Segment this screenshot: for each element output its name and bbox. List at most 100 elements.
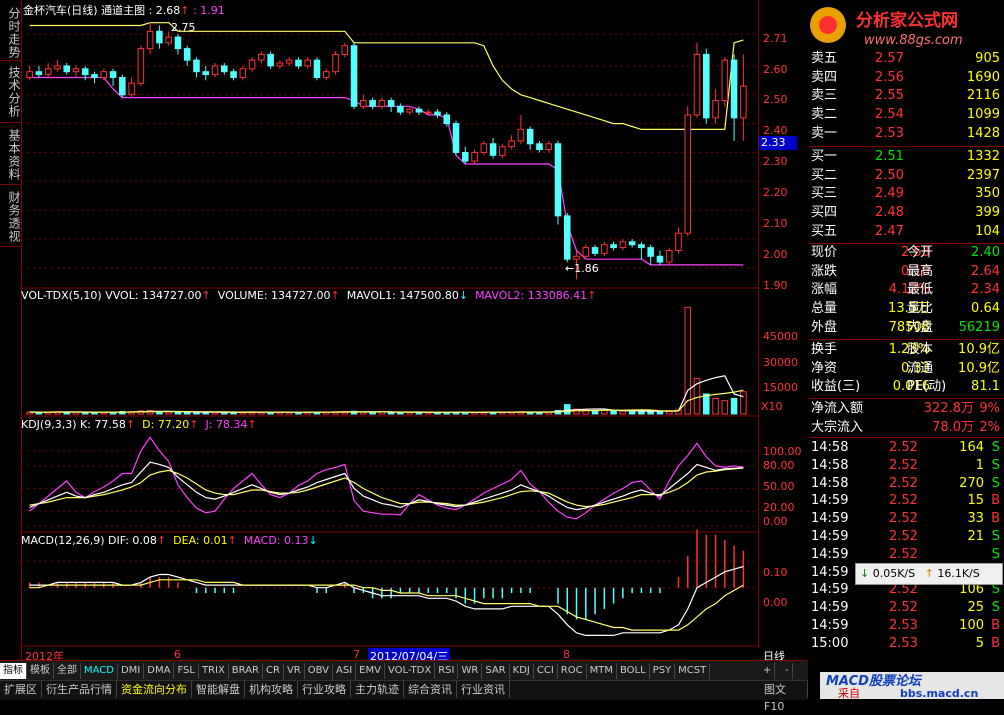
stat-label: 涨跌 — [811, 263, 838, 279]
tick-row: 14:59 2.52 21 S — [809, 528, 1004, 546]
indicator-tab[interactable]: BRAR — [229, 663, 263, 679]
candle-body — [545, 143, 552, 151]
indicator-tab[interactable]: 模板 — [27, 663, 54, 679]
macd-dif-line — [29, 565, 744, 637]
candle-body — [462, 151, 469, 162]
candle-body — [91, 74, 98, 78]
kline-chart[interactable] — [21, 0, 758, 648]
buy-volume: 1332 — [966, 149, 1000, 164]
divider — [809, 437, 1004, 438]
candle-body — [63, 65, 70, 73]
indicator-tab[interactable]: 全部 — [54, 663, 81, 679]
macd-dif: DIF: 0.08 — [108, 534, 157, 547]
extension-tab[interactable]: 扩展区 — [0, 681, 42, 698]
tick-price: 2.52 — [889, 440, 918, 455]
extension-tab[interactable]: 主力轨迹 — [351, 681, 404, 698]
indicator-tab[interactable]: TRIX — [199, 663, 229, 679]
candle-body — [221, 65, 228, 73]
indicator-tab[interactable]: BOLL — [617, 663, 650, 679]
indicator-tab[interactable]: SAR — [482, 663, 510, 679]
candle-body — [230, 71, 237, 78]
indicator-tab[interactable]: VOL-TDX — [385, 663, 436, 679]
tick-volume: 25 — [967, 600, 984, 616]
chart-area[interactable]: 金杯汽车(日线) 通道主图 : 2.68↑ : 1.91 2.75 ←1.86 … — [21, 0, 758, 648]
candle-body — [100, 71, 108, 78]
extension-tab[interactable]: 行业资讯 — [457, 681, 510, 698]
indicator-tab[interactable]: ROC — [558, 663, 587, 679]
candle-body — [610, 244, 617, 249]
indicator-tab[interactable]: WR — [458, 663, 483, 679]
tick-time: 14:59 — [811, 493, 849, 509]
candle-body — [601, 244, 608, 254]
tick-price: 2.52 — [889, 457, 918, 473]
indicator-tab[interactable]: MACD — [81, 663, 118, 679]
tick-volume: 15 — [967, 493, 984, 509]
indicator-tab[interactable]: MCST — [675, 663, 711, 679]
tab-technical[interactable]: 技术分析 — [1, 62, 21, 123]
low-annotation: ←1.86 — [565, 262, 599, 275]
price-tick: 1.90 — [763, 279, 788, 292]
candle-body — [267, 53, 274, 67]
price-tick: 2.20 — [763, 186, 788, 199]
extension-tab[interactable]: 综合资讯 — [404, 681, 457, 698]
tick-side: B — [991, 511, 1000, 527]
indicator-tab[interactable]: CR — [263, 663, 284, 679]
forum-watermark: MACD股票论坛 采自 bbs.macd.cn — [820, 672, 1004, 699]
indicator-tab[interactable]: KDJ — [510, 663, 534, 679]
volume-bar — [619, 410, 627, 415]
buy-label: 买一 — [811, 149, 838, 164]
arrow-up-icon: ↑ — [587, 289, 597, 302]
vol-tick: 30000 — [763, 356, 798, 369]
mavol2-value: MAVOL2: 133086.41 — [475, 289, 588, 302]
volume-bar — [712, 397, 719, 415]
tab-intraday[interactable]: 分时走势 — [1, 6, 21, 61]
volume-bar — [703, 393, 710, 415]
indicator-tab[interactable]: OBV — [305, 663, 333, 679]
indicator-tab[interactable]: RSI — [435, 663, 459, 679]
stat-row: 涨跌 0.10 最高 2.64 — [809, 263, 1004, 281]
macd-name: MACD(12,26,9) — [21, 534, 105, 547]
tab-fundamentals[interactable]: 基本资料 — [1, 126, 21, 185]
divider — [809, 339, 1004, 340]
indicator-tab[interactable]: PSY — [650, 663, 676, 679]
tick-side: S — [991, 475, 1000, 491]
tick-volume: 100 — [959, 618, 984, 633]
indicator-tab[interactable]: EMV — [356, 663, 385, 679]
indicator-tab[interactable]: MTM — [587, 663, 617, 679]
extension-tab[interactable]: 机构攻略 — [245, 681, 298, 698]
tick-time: 14:59 — [811, 546, 849, 562]
stat-row: 换手 1.23% 股本 10.9亿 — [809, 341, 1004, 359]
sell-volume: 1690 — [966, 69, 1000, 85]
candle-body — [193, 59, 200, 73]
candle-body — [526, 128, 534, 145]
extension-tab[interactable]: 行业攻略 — [298, 681, 351, 698]
extension-tab[interactable]: 衍生产品行情 — [42, 681, 117, 698]
sell-label: 卖四 — [811, 69, 838, 85]
sell-row: 卖四 2.56 1690 — [809, 69, 1004, 87]
stat-row: 外盘 78508 内盘 56219 — [809, 319, 1004, 337]
candle-body — [285, 59, 293, 64]
kdj-j-line — [29, 436, 744, 520]
tab-finance[interactable]: 财务透视 — [1, 188, 21, 247]
indicator-tab[interactable]: CCI — [534, 663, 558, 679]
f10-button[interactable]: 图文F10 — [760, 681, 808, 713]
tick-time: 14:58 — [811, 475, 849, 491]
indicator-tab[interactable]: ASI — [333, 663, 357, 679]
extension-tab[interactable]: 智能解盘 — [192, 681, 245, 698]
indicator-tab[interactable]: DMA — [144, 663, 175, 679]
sell-price: 2.53 — [875, 125, 904, 141]
candle-body — [369, 100, 376, 107]
candle-body — [721, 59, 729, 102]
indicator-tab[interactable]: 指标 — [0, 663, 27, 679]
tick-time: 14:58 — [811, 457, 849, 473]
zoom-out-button[interactable]: - — [782, 663, 793, 679]
stat-value: 2.40 — [971, 245, 1000, 260]
sell-volume: 1099 — [966, 107, 1000, 123]
buy-price: 2.49 — [875, 186, 904, 202]
volume-bar — [665, 411, 673, 415]
indicator-tab[interactable]: VR — [284, 663, 305, 679]
indicator-tab[interactable]: FSL — [174, 663, 199, 679]
zoom-in-button[interactable]: + — [760, 663, 776, 679]
indicator-tab[interactable]: DMI — [118, 663, 145, 679]
extension-tab[interactable]: 资金流向分布 — [117, 681, 192, 698]
